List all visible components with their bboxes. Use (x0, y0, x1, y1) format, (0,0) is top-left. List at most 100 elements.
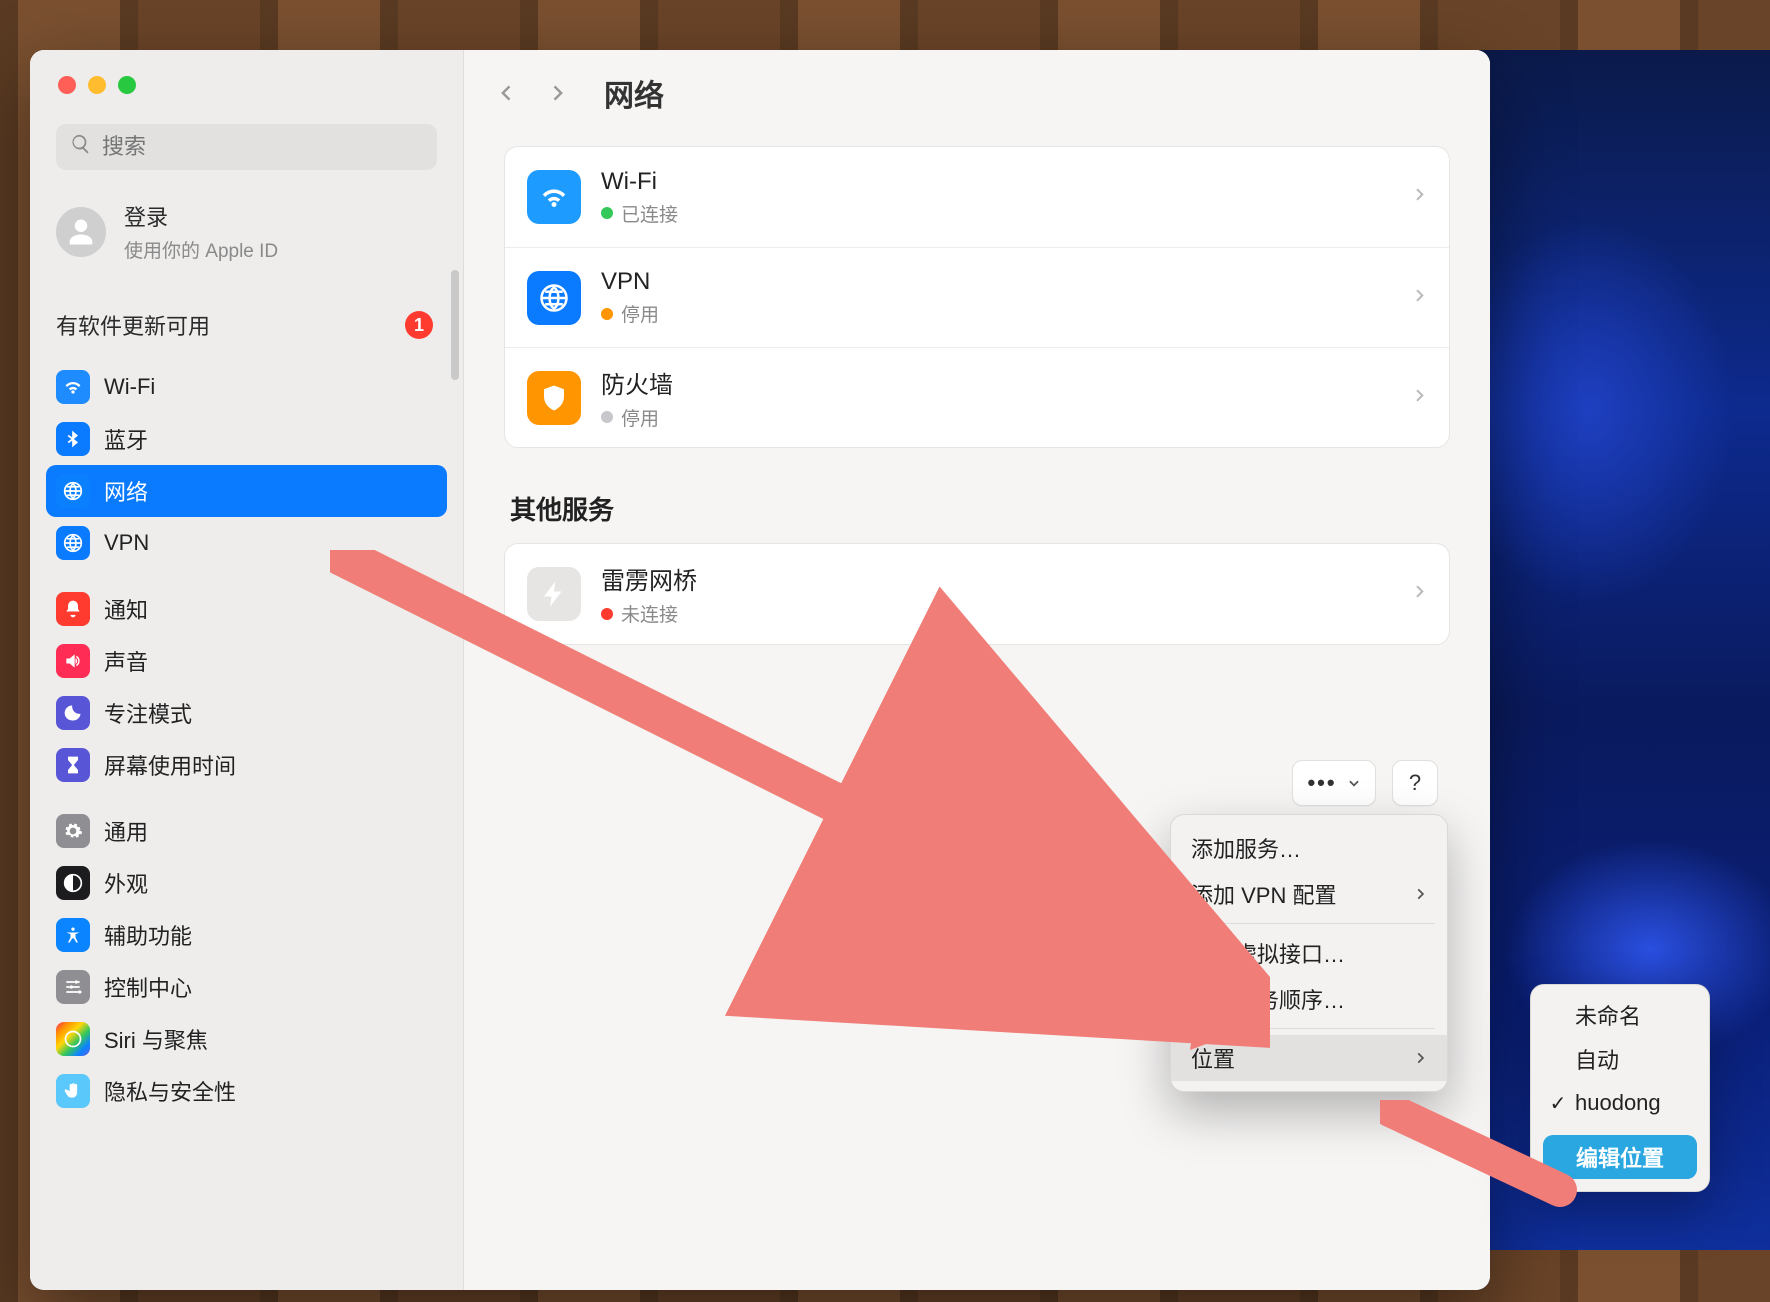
location-submenu: 未命名自动 ✓ huodong 编辑位置 (1530, 984, 1710, 1192)
service-title: 雷雳网桥 (601, 561, 697, 596)
chevron-right-icon (1413, 887, 1427, 901)
sidebar-item-label: Wi-Fi (104, 374, 155, 400)
location-option-label: 未命名 (1575, 999, 1641, 1031)
menu-separator (1183, 923, 1435, 924)
content-header: 网络 (464, 50, 1490, 136)
sidebar-item-11[interactable]: 控制中心 (46, 961, 447, 1013)
account-row[interactable]: 登录 使用你的 Apple ID (30, 170, 463, 273)
search-input[interactable] (102, 134, 423, 160)
nav-forward-button[interactable] (542, 78, 572, 108)
service-row[interactable]: 防火墙停用 (505, 347, 1449, 447)
menu-add-vpn[interactable]: 添加 VPN 配置 (1171, 871, 1447, 917)
service-row[interactable]: 雷雳网桥未连接 (505, 544, 1449, 644)
close-button[interactable] (58, 76, 76, 94)
sidebar-item-13[interactable]: 隐私与安全性 (46, 1065, 447, 1117)
hand-icon (56, 1074, 90, 1108)
menu-manage-virtual[interactable]: 管理虚拟接口… (1171, 930, 1447, 976)
chevron-right-icon (1413, 1051, 1427, 1065)
sidebar-item-label: 声音 (104, 645, 148, 677)
software-update-label: 有软件更新可用 (56, 309, 210, 341)
globe-icon (56, 474, 90, 508)
sidebar-item-5[interactable]: 声音 (46, 635, 447, 687)
chevron-down-icon (1347, 776, 1361, 790)
location-option[interactable]: 未命名 (1531, 993, 1709, 1037)
sidebar-item-2[interactable]: 网络 (46, 465, 447, 517)
sidebar-item-1[interactable]: 蓝牙 (46, 413, 447, 465)
nav-back-button[interactable] (492, 78, 522, 108)
sidebar-scrollbar[interactable] (451, 270, 459, 380)
menu-set-order-label: 设定服务顺序… (1191, 983, 1345, 1015)
bolt-icon (527, 567, 581, 621)
bell-icon (56, 592, 90, 626)
minimize-button[interactable] (88, 76, 106, 94)
sidebar-item-9[interactable]: 外观 (46, 857, 447, 909)
speaker-icon (56, 644, 90, 678)
sidebar-item-8[interactable]: 通用 (46, 805, 447, 857)
sidebar-item-0[interactable]: Wi-Fi (46, 361, 447, 413)
hourglass-icon (56, 748, 90, 782)
content-area: 网络 Wi-Fi已连接VPN停用防火墙停用 其他服务 雷雳网桥未连接 ••• ?… (464, 50, 1490, 1290)
wifi-icon (56, 370, 90, 404)
sidebar-item-10[interactable]: 辅助功能 (46, 909, 447, 961)
service-row[interactable]: Wi-Fi已连接 (505, 147, 1449, 247)
sidebar-item-6[interactable]: 专注模式 (46, 687, 447, 739)
sidebar-item-label: 专注模式 (104, 697, 192, 729)
location-option-label: huodong (1575, 1090, 1661, 1116)
search-icon (70, 133, 92, 161)
check-icon: ✓ (1549, 1091, 1567, 1116)
sidebar-item-label: 网络 (104, 475, 148, 507)
sidebar-item-label: 屏幕使用时间 (104, 749, 236, 781)
chevron-right-icon (1411, 287, 1427, 308)
gear-icon (56, 814, 90, 848)
sidebar-item-label: VPN (104, 530, 149, 556)
sliders-icon (56, 970, 90, 1004)
status-dot (601, 608, 613, 620)
update-badge: 1 (405, 311, 433, 339)
location-option[interactable]: 自动 (1531, 1037, 1709, 1081)
status-dot (601, 308, 613, 320)
edit-locations-button[interactable]: 编辑位置 (1543, 1135, 1697, 1179)
service-row[interactable]: VPN 停用 (505, 247, 1449, 347)
software-update-row[interactable]: 有软件更新可用 1 (30, 273, 463, 361)
sidebar-item-label: 外观 (104, 867, 148, 899)
sidebar: 登录 使用你的 Apple ID 有软件更新可用 1 Wi-Fi 蓝牙网络 VPN 通… (30, 50, 464, 1290)
more-menu-button[interactable]: ••• (1292, 760, 1376, 806)
wifi-icon (527, 170, 581, 224)
menu-add-service-label: 添加服务… (1191, 832, 1301, 864)
sidebar-item-7[interactable]: 屏幕使用时间 (46, 739, 447, 791)
chevron-right-icon (1411, 584, 1427, 605)
menu-manage-virtual-label: 管理虚拟接口… (1191, 937, 1345, 969)
chevron-right-icon (1411, 187, 1427, 208)
sidebar-item-12[interactable]: Siri 与聚焦 (46, 1013, 447, 1065)
sidebar-item-label: 隐私与安全性 (104, 1075, 236, 1107)
globe-icon (527, 271, 581, 325)
service-title: Wi-Fi (601, 168, 678, 196)
shield-icon (527, 371, 581, 425)
more-menu-popup: 添加服务… 添加 VPN 配置 管理虚拟接口… 设定服务顺序… 位置 (1170, 814, 1448, 1092)
account-title: 登录 (124, 200, 278, 232)
sidebar-item-3[interactable]: VPN (46, 517, 447, 569)
service-status: 停用 (621, 300, 659, 327)
location-option-label: 自动 (1575, 1043, 1619, 1075)
page-title: 网络 (604, 71, 664, 115)
contrast-icon (56, 866, 90, 900)
ellipsis-icon: ••• (1307, 770, 1336, 796)
menu-location-label: 位置 (1191, 1042, 1235, 1074)
menu-location[interactable]: 位置 (1171, 1035, 1447, 1081)
status-dot (601, 207, 613, 219)
menu-add-service[interactable]: 添加服务… (1171, 825, 1447, 871)
search-field[interactable] (56, 124, 437, 170)
accessibility-icon (56, 918, 90, 952)
status-dot (601, 411, 613, 423)
sidebar-item-label: 蓝牙 (104, 423, 148, 455)
sidebar-list: Wi-Fi 蓝牙网络 VPN 通知声音专注模式屏幕使用时间通用外观辅助功能控制中心 Si… (30, 361, 463, 1290)
sidebar-item-label: Siri 与聚焦 (104, 1023, 208, 1055)
bottom-controls: ••• ? (1292, 760, 1438, 806)
sidebar-item-4[interactable]: 通知 (46, 583, 447, 635)
service-title: VPN (601, 268, 659, 296)
maximize-button[interactable] (118, 76, 136, 94)
menu-set-order[interactable]: 设定服务顺序… (1171, 976, 1447, 1022)
service-status: 未连接 (621, 600, 678, 627)
location-option[interactable]: ✓ huodong (1531, 1081, 1709, 1125)
help-button[interactable]: ? (1392, 760, 1438, 806)
